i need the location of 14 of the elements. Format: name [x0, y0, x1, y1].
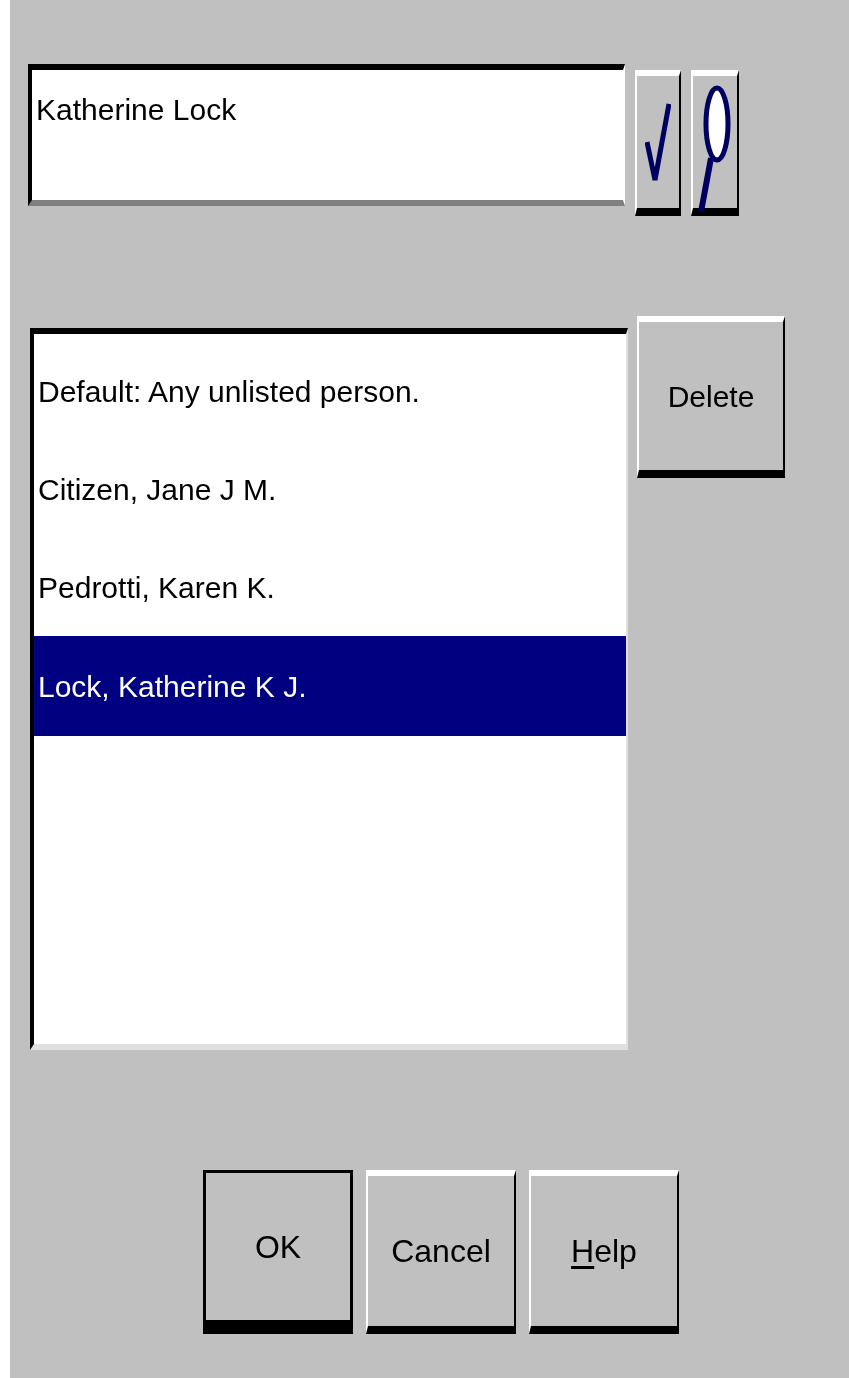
- check-button[interactable]: [635, 70, 681, 216]
- search-button[interactable]: [691, 70, 739, 216]
- checkmark-icon: [645, 102, 671, 182]
- dialog-button[interactable]: Cancel: [366, 1170, 516, 1334]
- people-list[interactable]: Default: Any unlisted person. Citizen, Jane J M. Pedrotti, Karen K. Lock, Katherine K J.: [30, 328, 628, 1050]
- dialog-button[interactable]: OK: [203, 1170, 353, 1334]
- delete-button[interactable]: Delete: [637, 316, 785, 478]
- name-input-field[interactable]: Katherine Lock: [28, 64, 625, 206]
- list-item[interactable]: Default: Any unlisted person.: [34, 342, 626, 440]
- list-item[interactable]: Citizen, Jane J M.: [34, 440, 626, 538]
- dialog-button[interactable]: Help: [529, 1170, 679, 1334]
- list-item[interactable]: Pedrotti, Karen K.: [34, 538, 626, 636]
- list-item[interactable]: Lock, Katherine K J.: [34, 636, 626, 736]
- search-icon: [697, 84, 733, 214]
